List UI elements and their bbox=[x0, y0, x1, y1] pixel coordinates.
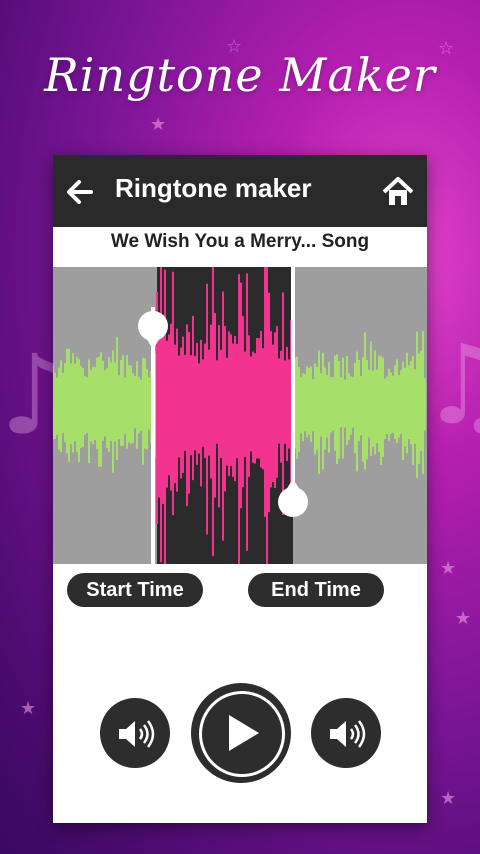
play-icon bbox=[229, 715, 259, 751]
waveform bbox=[53, 267, 426, 564]
end-marker-handle[interactable] bbox=[278, 487, 308, 517]
start-time-button[interactable]: Start Time bbox=[67, 573, 203, 607]
app-bar: Ringtone maker bbox=[53, 155, 427, 227]
decorative-star-icon: ★ bbox=[150, 114, 167, 135]
app-title: Ringtone maker bbox=[115, 173, 312, 203]
decorative-star-icon: ★ bbox=[20, 698, 37, 719]
promo-headline: Ringtone Maker bbox=[44, 48, 436, 102]
volume-icon bbox=[330, 720, 366, 748]
home-icon[interactable] bbox=[381, 175, 415, 209]
volume-icon bbox=[119, 720, 155, 748]
waveform-editor[interactable] bbox=[53, 267, 427, 564]
volume-right-button[interactable] bbox=[311, 698, 381, 768]
decorative-star-icon: ★ bbox=[455, 608, 472, 629]
music-note-icon: ♫ bbox=[420, 321, 480, 449]
play-button[interactable] bbox=[191, 683, 291, 783]
volume-left-button[interactable] bbox=[100, 698, 170, 768]
app-screen: Ringtone maker We Wish You a Merry... So… bbox=[53, 155, 427, 823]
end-time-button[interactable]: End Time bbox=[248, 573, 384, 607]
decorative-star-icon: ★ bbox=[440, 788, 457, 809]
arrow-left-icon[interactable] bbox=[61, 172, 101, 212]
decorative-star-icon: ★ bbox=[440, 558, 457, 579]
song-title: We Wish You a Merry... Song bbox=[110, 231, 370, 252]
end-marker-line[interactable] bbox=[291, 267, 295, 497]
start-marker-pointer bbox=[144, 335, 162, 349]
